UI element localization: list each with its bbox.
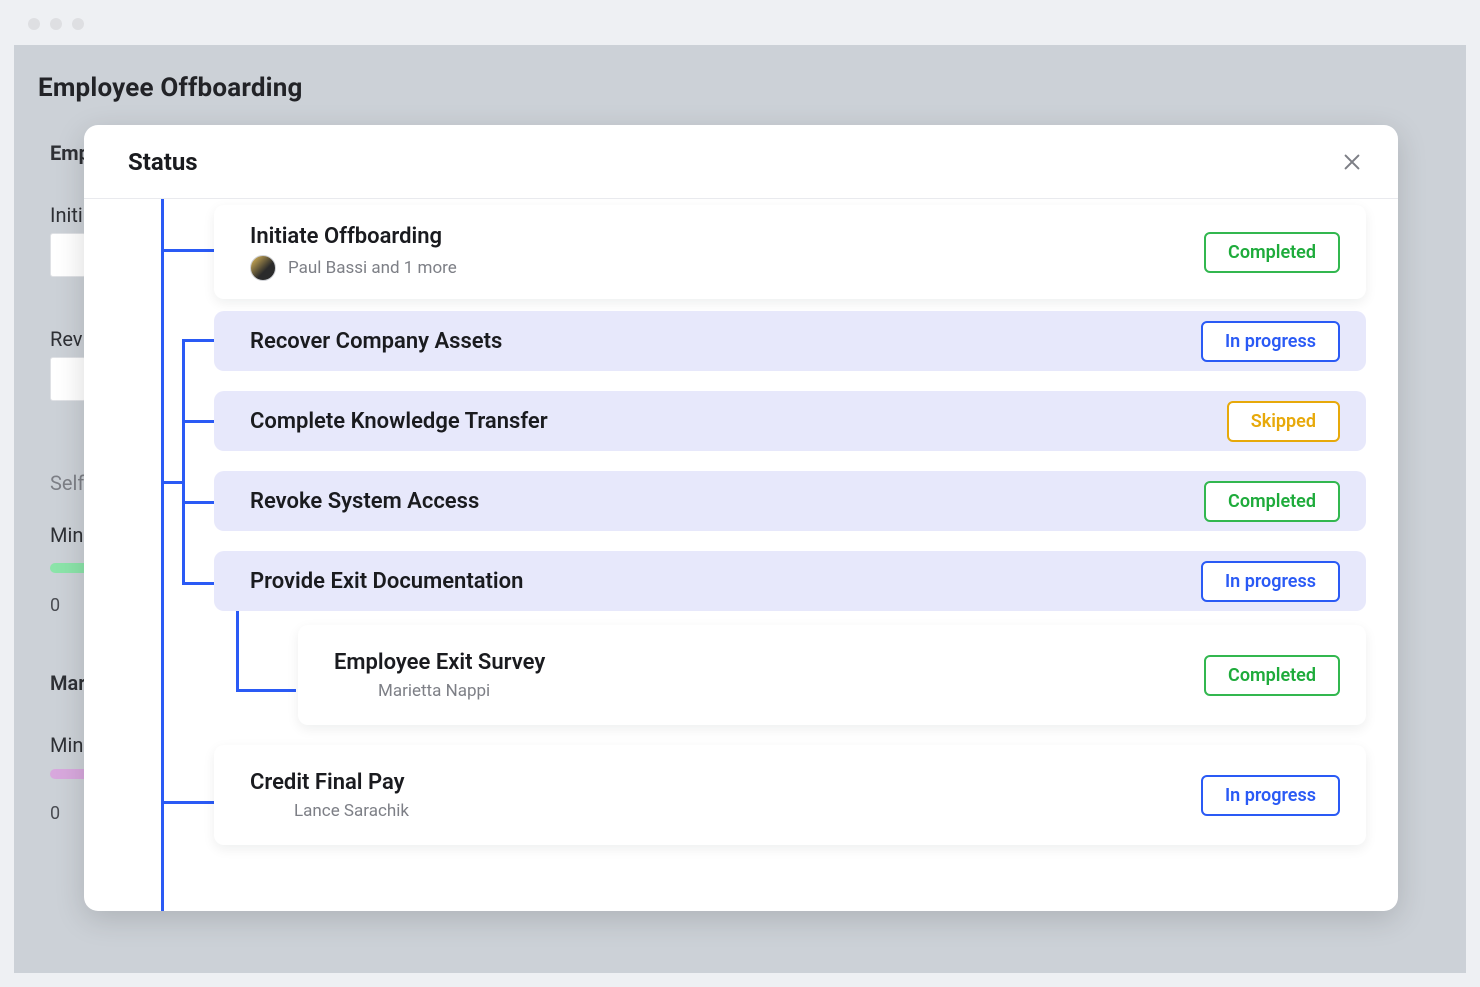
tree-connector (182, 339, 185, 582)
tree-connector (182, 582, 216, 585)
bg-zero-1: 0 (50, 595, 60, 616)
traffic-light-dot (50, 18, 62, 30)
bg-label-min1: Min (50, 523, 83, 547)
close-icon (1341, 151, 1363, 173)
assignee-row: Marietta Nappi (334, 681, 545, 701)
traffic-light-dot (28, 18, 40, 30)
tree-connector (182, 501, 216, 504)
assignee-name: Paul Bassi and 1 more (288, 258, 457, 278)
step-initiate-offboarding[interactable]: Initiate Offboarding Paul Bassi and 1 mo… (214, 205, 1366, 299)
avatar (250, 255, 276, 281)
status-badge-in-progress: In progress (1201, 321, 1340, 362)
close-button[interactable] (1338, 148, 1366, 176)
status-modal: Status (84, 125, 1398, 911)
modal-header: Status (84, 125, 1398, 199)
window-frame: Employee Offboarding Emp Initi Rev Self … (0, 0, 1480, 987)
status-badge-completed: Completed (1204, 655, 1340, 696)
status-badge-completed: Completed (1204, 232, 1340, 273)
step-revoke-system-access[interactable]: Revoke System Access Completed (214, 471, 1366, 531)
step-recover-company-assets[interactable]: Recover Company Assets In progress (214, 311, 1366, 371)
tree-connector (161, 249, 214, 252)
assignee-name: Lance Sarachik (294, 801, 409, 821)
tree-connector (182, 339, 216, 342)
bg-label-initi: Initi (50, 203, 83, 227)
status-badge-in-progress: In progress (1201, 561, 1340, 602)
window-traffic-lights (28, 18, 84, 30)
step-title: Employee Exit Survey (334, 650, 545, 675)
step-title: Provide Exit Documentation (250, 569, 523, 594)
tree-connector (161, 481, 183, 484)
step-title: Complete Knowledge Transfer (250, 409, 548, 434)
modal-body: Initiate Offboarding Paul Bassi and 1 mo… (84, 199, 1398, 911)
bg-field-2 (50, 357, 86, 401)
bg-label-self: Self (50, 471, 84, 495)
app-background: Employee Offboarding Emp Initi Rev Self … (14, 45, 1466, 973)
step-title: Revoke System Access (250, 489, 479, 514)
assignee-name: Marietta Nappi (378, 681, 490, 701)
bg-label-mar: Mar (50, 671, 85, 695)
step-title: Credit Final Pay (250, 770, 409, 795)
tree-connector (161, 801, 214, 804)
status-badge-completed: Completed (1204, 481, 1340, 522)
bg-field-1 (50, 233, 86, 277)
step-provide-exit-documentation[interactable]: Provide Exit Documentation In progress (214, 551, 1366, 611)
assignee-row: Paul Bassi and 1 more (250, 255, 457, 281)
bg-zero-2: 0 (50, 803, 60, 824)
step-employee-exit-survey[interactable]: Employee Exit Survey Marietta Nappi Comp… (298, 625, 1366, 725)
step-complete-knowledge-transfer[interactable]: Complete Knowledge Transfer Skipped (214, 391, 1366, 451)
bg-label-min2: Min (50, 733, 83, 757)
tree-connector (182, 420, 216, 423)
status-badge-in-progress: In progress (1201, 775, 1340, 816)
step-title: Initiate Offboarding (250, 224, 457, 249)
tree-connector (236, 689, 296, 692)
status-badge-skipped: Skipped (1227, 401, 1340, 442)
bg-label-rev: Rev (50, 327, 83, 351)
assignee-row: Lance Sarachik (250, 801, 409, 821)
traffic-light-dot (72, 18, 84, 30)
modal-title: Status (128, 148, 198, 176)
tree-connector (161, 199, 164, 911)
page-title: Employee Offboarding (38, 73, 303, 103)
step-title: Recover Company Assets (250, 329, 502, 354)
step-credit-final-pay[interactable]: Credit Final Pay Lance Sarachik In progr… (214, 745, 1366, 845)
tree-connector (236, 603, 239, 691)
